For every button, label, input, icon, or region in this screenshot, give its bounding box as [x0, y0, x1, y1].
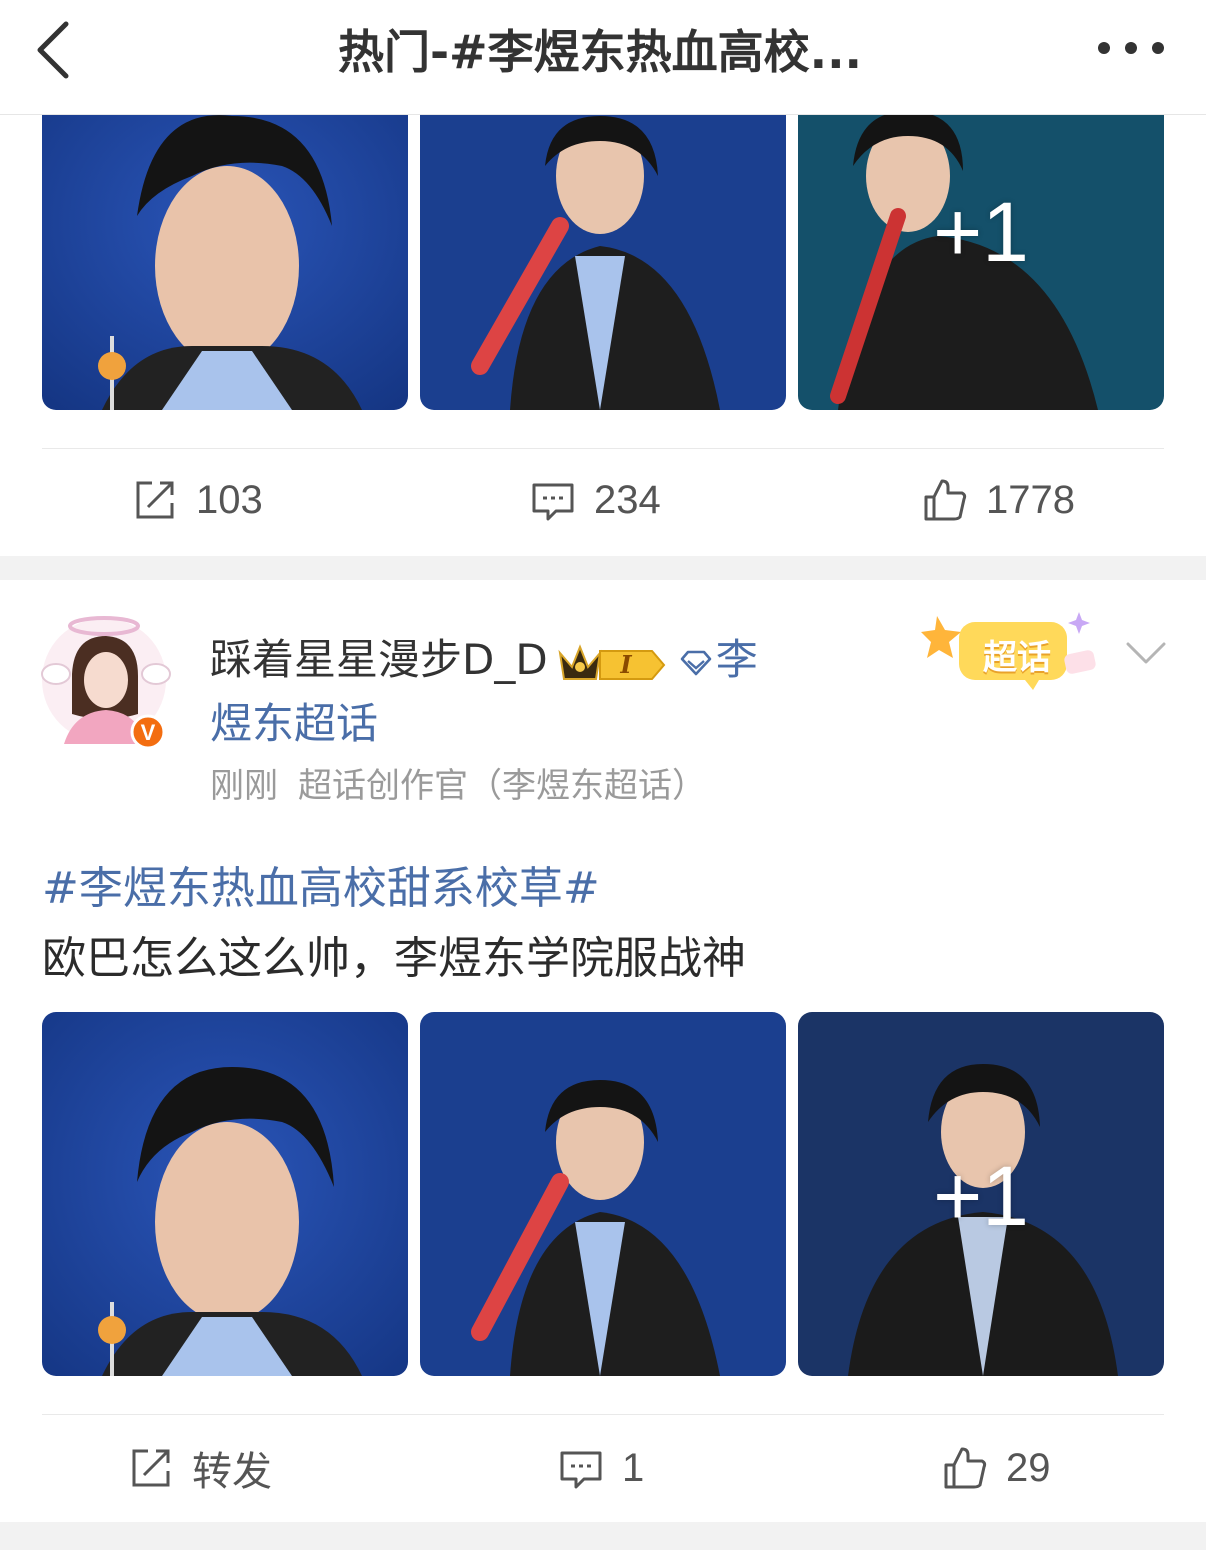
post-separator [0, 556, 1206, 580]
post2-repost-button[interactable]: 转发 [128, 1438, 272, 1498]
super-topic-sticker[interactable]: 超话 [915, 604, 1105, 694]
post-separator [0, 1522, 1206, 1550]
chevron-down-icon[interactable] [1124, 636, 1168, 668]
post-hashtag[interactable]: #李煜东热血高校甜系校草# [42, 852, 600, 916]
post1-image-1[interactable] [42, 96, 408, 410]
avatar[interactable]: V [34, 604, 174, 750]
page-title: 热门-#李煜东热血高校... [337, 25, 863, 79]
top-bar: 热门-#李煜东热血高校... [0, 0, 1206, 115]
post1-repost-button[interactable]: 103 [132, 470, 263, 530]
post2-image-2[interactable] [420, 1012, 786, 1376]
post2-image-1[interactable] [42, 1012, 408, 1376]
username[interactable]: 踩着星星漫步D_D [210, 635, 548, 684]
super-topic-link-part2[interactable]: 煜东超话 [210, 699, 378, 748]
post-text: 欧巴怎么这么帅，李煜东学院服战神 [42, 933, 746, 984]
svg-text:V: V [141, 720, 156, 745]
comment-icon [560, 1451, 602, 1489]
post1-divider [42, 448, 1164, 449]
repost-icon [136, 481, 174, 519]
post1-like-button[interactable]: 1778 [922, 470, 1075, 530]
post2-divider [42, 1414, 1164, 1415]
more-images-count: +1 [933, 185, 1029, 279]
post2-comment-button[interactable]: 1 [558, 1438, 644, 1498]
back-arrow-icon[interactable] [30, 18, 86, 82]
fan-crown-badge-icon[interactable]: I [556, 639, 668, 687]
like-icon [944, 1447, 987, 1489]
post-source[interactable]: 超话创作官（李煜东超话） [298, 766, 706, 806]
post1-comment-button[interactable]: 234 [530, 470, 661, 530]
more-images-count: +1 [933, 1149, 1029, 1243]
svg-text:I: I [619, 650, 632, 679]
comment-count: 1 [622, 1445, 645, 1490]
post-author-block: 踩着星星漫步D_D I 李煜东超话 [210, 628, 810, 756]
comment-count: 234 [594, 477, 661, 522]
like-count: 29 [1006, 1445, 1051, 1490]
comment-icon [532, 483, 574, 521]
repost-label: 转发 [192, 1450, 272, 1494]
more-icon[interactable] [1094, 36, 1168, 60]
post1-image-2[interactable] [420, 96, 786, 410]
diamond-icon [680, 650, 711, 675]
post2-like-button[interactable]: 29 [942, 1438, 1051, 1498]
repost-icon [132, 1449, 170, 1487]
like-icon [924, 479, 967, 521]
post-time: 刚刚 [210, 766, 278, 806]
repost-count: 103 [196, 477, 263, 522]
like-count: 1778 [986, 477, 1075, 522]
post1-image-3[interactable]: +1 [798, 96, 1164, 410]
post2-image-3[interactable]: +1 [798, 1012, 1164, 1376]
super-topic-link-part1[interactable]: 李 [716, 635, 758, 684]
super-topic-sticker-label: 超话 [983, 638, 1051, 678]
post-meta: 刚刚 超话创作官（李煜东超话） [210, 758, 706, 807]
